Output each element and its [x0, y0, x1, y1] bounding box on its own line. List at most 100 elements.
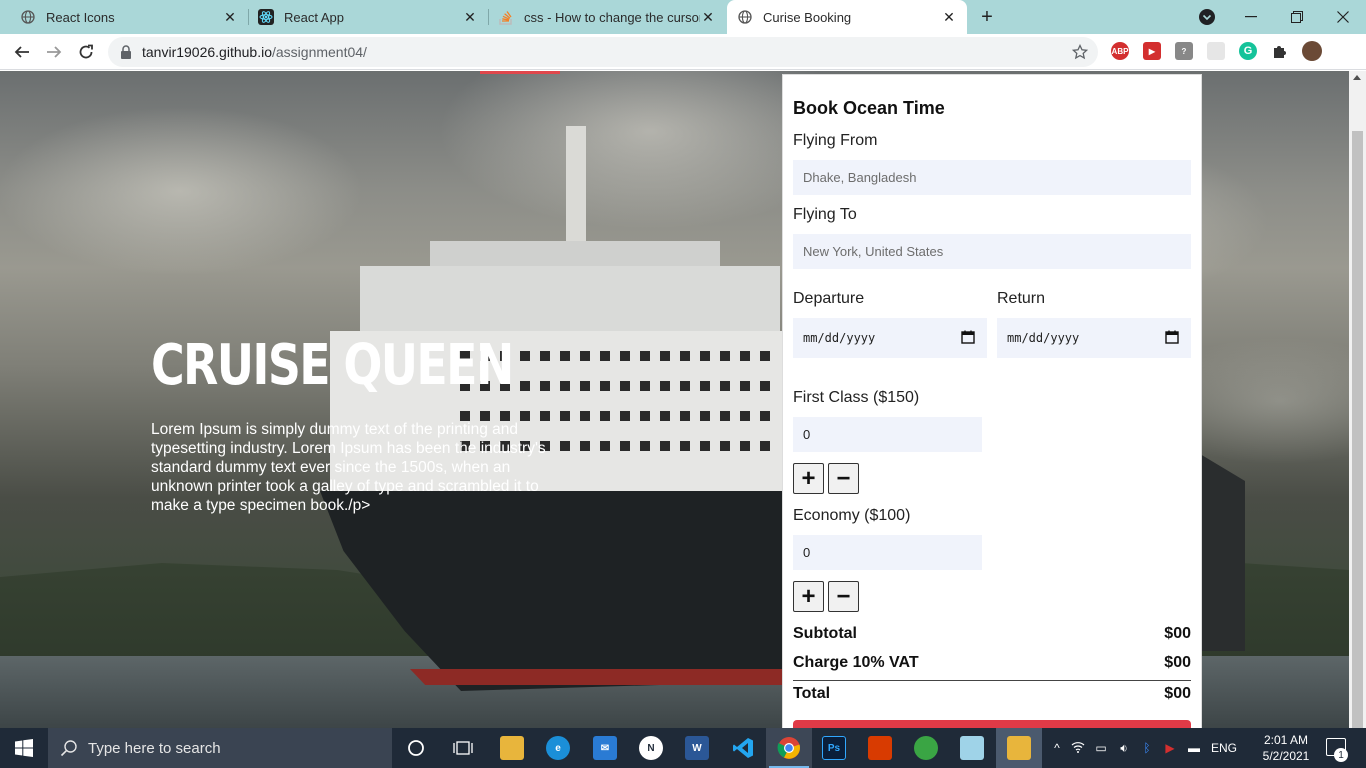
- first-class-plus-button[interactable]: +: [793, 463, 824, 494]
- taskbar-clock[interactable]: 2:01 AM 5/2/2021: [1256, 732, 1316, 764]
- app-n-icon[interactable]: N: [639, 736, 663, 760]
- close-icon[interactable]: ✕: [941, 9, 957, 25]
- language-indicator[interactable]: ENG: [1206, 741, 1242, 755]
- help-ext-icon[interactable]: ?: [1175, 42, 1193, 60]
- return-date-input[interactable]: mm/dd/yyyy: [997, 318, 1191, 358]
- subtotal-value: $00: [1164, 625, 1191, 642]
- calendar-icon[interactable]: [961, 330, 975, 347]
- close-window-button[interactable]: [1320, 0, 1366, 34]
- windows-taskbar: Type here to search e ✉ N W Ps ^ ▭ 🔉︎ ᛒ …: [0, 728, 1366, 768]
- extension-icon[interactable]: [1207, 42, 1225, 60]
- bookmark-star-icon[interactable]: [1071, 43, 1089, 60]
- date-placeholder: mm/dd/yyyy: [803, 331, 876, 345]
- url-host: tanvir19026.github.io: [142, 44, 272, 60]
- close-icon[interactable]: ✕: [462, 9, 478, 25]
- office-icon[interactable]: [868, 736, 892, 760]
- chevron-up-icon[interactable]: ^: [1048, 741, 1066, 755]
- search-icon: [60, 739, 78, 757]
- tab-title: React App: [284, 9, 344, 25]
- media-app-icon[interactable]: ▶: [1158, 741, 1182, 755]
- date-placeholder: mm/dd/yyyy: [1007, 331, 1080, 345]
- first-class-label: First Class ($150): [793, 389, 920, 406]
- economy-minus-button[interactable]: −: [828, 581, 859, 612]
- word-icon[interactable]: W: [685, 736, 709, 760]
- close-icon[interactable]: ✕: [700, 9, 716, 25]
- taskbar-search-box[interactable]: Type here to search: [48, 728, 392, 768]
- grammarly-icon[interactable]: G: [1239, 42, 1257, 60]
- first-class-minus-button[interactable]: −: [828, 463, 859, 494]
- departure-date-input[interactable]: mm/dd/yyyy: [793, 318, 987, 358]
- chrome-icon[interactable]: [777, 736, 801, 760]
- vat-value: $00: [1164, 654, 1191, 671]
- page-scrollbar[interactable]: [1349, 71, 1366, 731]
- bluetooth-icon[interactable]: ᛒ: [1136, 741, 1158, 755]
- scroll-thumb[interactable]: [1352, 131, 1363, 731]
- windows-start-button[interactable]: [0, 728, 48, 768]
- reload-button[interactable]: [72, 38, 100, 66]
- globe-icon: [20, 9, 36, 25]
- ship-waterline-image: [410, 669, 790, 685]
- wifi-icon[interactable]: [1066, 741, 1090, 756]
- lock-icon: [120, 45, 134, 59]
- search-placeholder: Type here to search: [88, 739, 221, 757]
- return-label: Return: [997, 290, 1046, 307]
- ship-mast-image: [566, 126, 586, 246]
- forward-button[interactable]: [40, 38, 68, 66]
- restore-button[interactable]: [1274, 0, 1320, 34]
- new-tab-button[interactable]: +: [976, 6, 998, 28]
- edge-icon[interactable]: e: [546, 736, 570, 760]
- tab-search-icon[interactable]: [1198, 8, 1216, 26]
- task-view-icon[interactable]: [451, 736, 475, 760]
- book-now-button[interactable]: [793, 720, 1191, 728]
- notepad-icon[interactable]: [960, 736, 984, 760]
- tab-react-app[interactable]: React App ✕: [248, 0, 488, 34]
- flying-from-input[interactable]: Dhake, Bangladesh: [793, 160, 1191, 195]
- booking-title: Book Ocean Time: [793, 98, 945, 118]
- mail-icon[interactable]: ✉: [593, 736, 617, 760]
- tab-title: css - How to change the cursor ir: [524, 9, 700, 25]
- puzzle-icon[interactable]: [1271, 42, 1289, 60]
- adblock-icon[interactable]: ABP: [1111, 42, 1129, 60]
- tab-curise-booking[interactable]: Curise Booking ✕: [727, 0, 967, 34]
- stackoverflow-icon: [498, 9, 514, 25]
- globe-icon: [737, 9, 753, 25]
- subtotal-row: Subtotal $00: [793, 625, 1191, 643]
- vat-label: Charge 10% VAT: [793, 654, 919, 671]
- back-button[interactable]: [8, 38, 36, 66]
- tab-stackoverflow[interactable]: css - How to change the cursor ir ✕: [488, 0, 726, 34]
- scroll-up-arrow-icon[interactable]: [1353, 75, 1361, 80]
- system-tray: ^ ▭ 🔉︎ ᛒ ▶ ▬ ENG: [1048, 728, 1242, 768]
- page-viewport: CRUISE QUEEN Lorem Ipsum is simply dummy…: [0, 71, 1349, 728]
- calendar-icon[interactable]: [1165, 330, 1179, 347]
- folder-icon[interactable]: [1007, 736, 1031, 760]
- volume-icon[interactable]: 🔉︎: [1112, 741, 1136, 756]
- flying-from-label: Flying From: [793, 132, 878, 149]
- battery-icon[interactable]: ▬: [1182, 741, 1206, 755]
- flying-to-input[interactable]: New York, United States: [793, 234, 1191, 269]
- tab-react-icons[interactable]: React Icons ✕: [0, 0, 248, 34]
- hero-title: CRUISE QUEEN: [151, 333, 514, 398]
- cortana-icon[interactable]: [404, 736, 428, 760]
- react-icon: [258, 9, 274, 25]
- subtotal-label: Subtotal: [793, 625, 857, 642]
- first-class-qty-input[interactable]: 0: [793, 417, 982, 452]
- vat-row: Charge 10% VAT $00: [793, 654, 1191, 672]
- video-ext-icon[interactable]: ▶: [1143, 42, 1161, 60]
- meet-now-icon[interactable]: ▭: [1090, 741, 1112, 755]
- economy-qty-input[interactable]: 0: [793, 535, 982, 570]
- avatar[interactable]: [1302, 41, 1322, 61]
- economy-plus-button[interactable]: +: [793, 581, 824, 612]
- close-icon[interactable]: ✕: [222, 9, 238, 25]
- flying-to-label: Flying To: [793, 206, 857, 223]
- vscode-icon[interactable]: [731, 736, 755, 760]
- file-explorer-icon[interactable]: [500, 736, 524, 760]
- total-value: $00: [1164, 685, 1191, 702]
- minimize-button[interactable]: [1228, 0, 1274, 34]
- network-app-icon[interactable]: [914, 736, 938, 760]
- address-bar[interactable]: tanvir19026.github.io/assignment04/: [108, 37, 1098, 67]
- photoshop-icon[interactable]: Ps: [822, 736, 846, 760]
- ship-deck-image: [360, 266, 780, 336]
- nav-accent-bar: [480, 71, 560, 74]
- booking-form: Book Ocean Time Flying From Dhake, Bangl…: [782, 74, 1202, 728]
- url-path: /assignment04/: [272, 44, 367, 60]
